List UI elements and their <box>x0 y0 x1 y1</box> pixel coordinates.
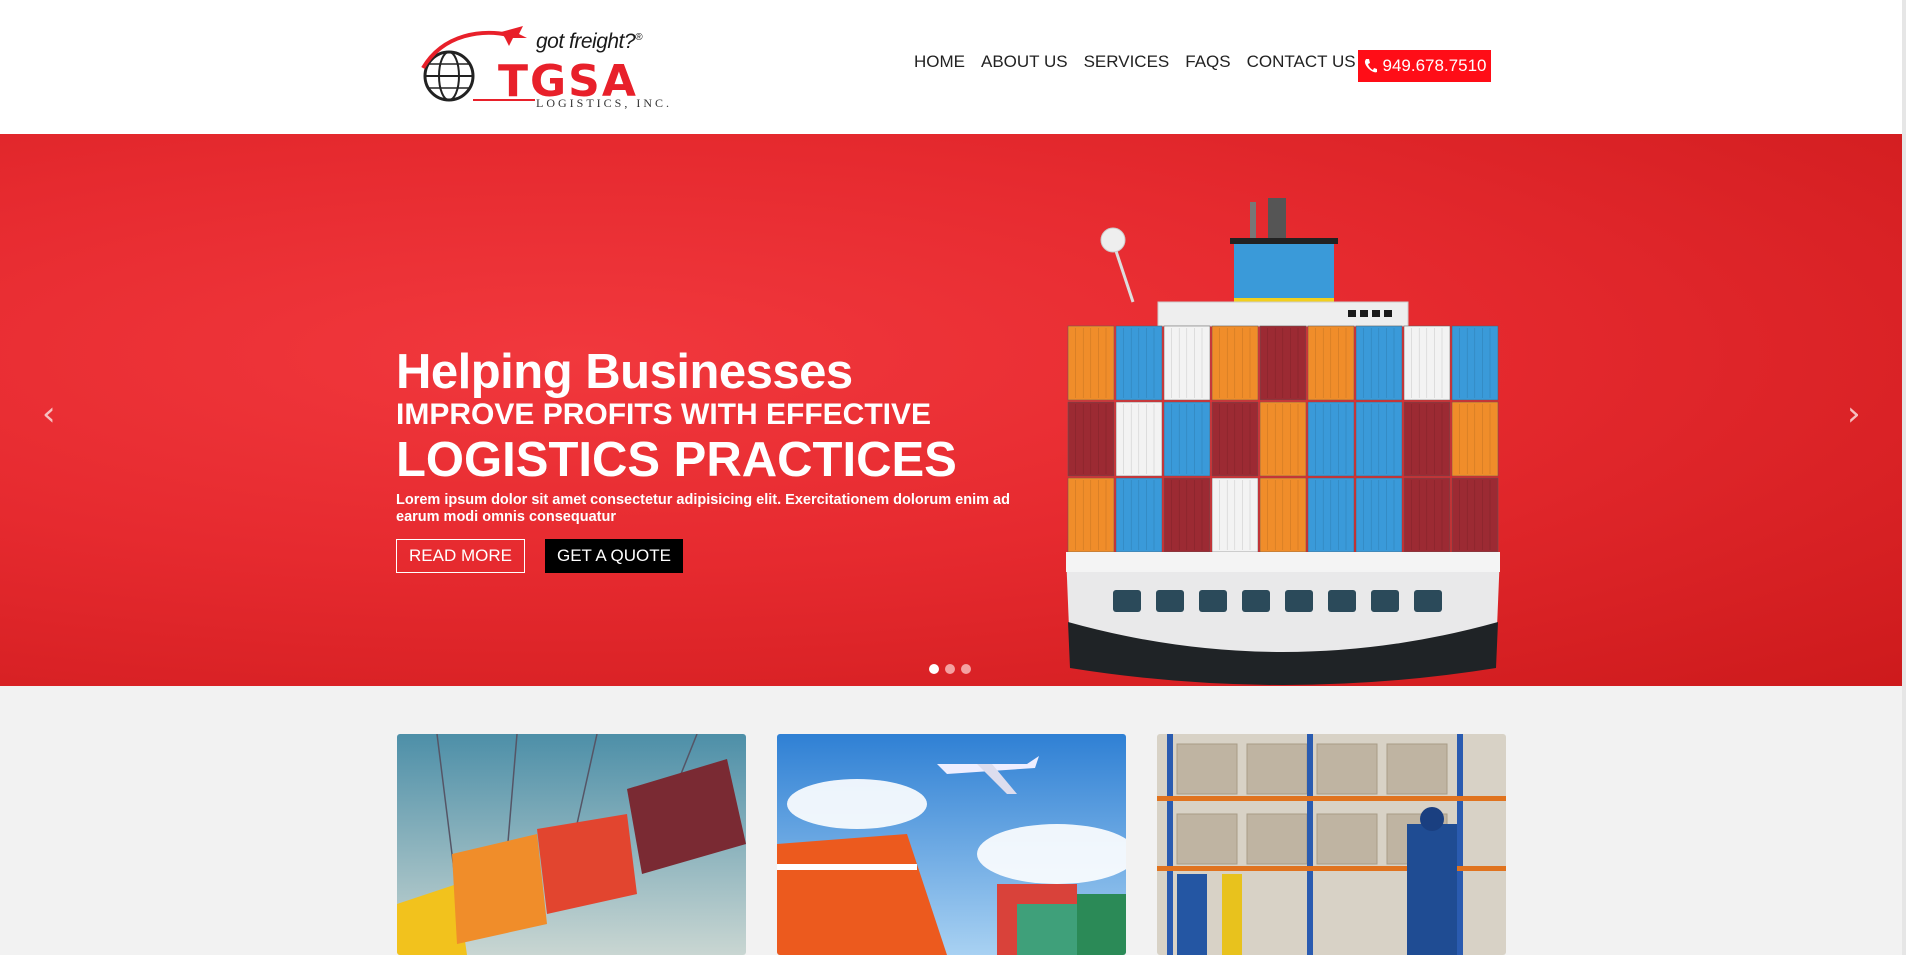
service-cards <box>397 734 1506 955</box>
card-ship-and-plane[interactable] <box>777 734 1126 955</box>
read-more-button[interactable]: READ MORE <box>396 539 525 573</box>
site-header: got freight?® TGSA LOGISTICS, INC. HOME … <box>0 0 1902 134</box>
hero-carousel: ‹ › Helping Businesses IMPROVE PROFITS W… <box>0 134 1902 686</box>
logo-tagline-mark: ® <box>635 32 642 43</box>
card-hanging-containers[interactable] <box>397 734 746 955</box>
logo-tagline: got freight?® <box>536 30 642 54</box>
carousel-dot-1[interactable] <box>929 664 939 674</box>
get-a-quote-button[interactable]: GET A QUOTE <box>544 539 683 573</box>
carousel-dot-2[interactable] <box>945 664 955 674</box>
phone-number: 949.678.7510 <box>1382 56 1487 75</box>
logo-tagline-text: got freight? <box>536 30 636 53</box>
hero-buttons: READ MORE GET A QUOTE <box>396 539 1026 573</box>
nav-faqs[interactable]: FAQS <box>1185 52 1230 72</box>
phone-button[interactable]: 949.678.7510 <box>1358 50 1491 82</box>
main-nav: HOME ABOUT US SERVICES FAQS CONTACT US <box>914 52 1400 72</box>
ship-and-plane-image-icon <box>777 734 1126 955</box>
carousel-prev-arrow-icon[interactable]: ‹ <box>42 394 56 434</box>
nav-contact-us[interactable]: CONTACT US <box>1247 52 1356 72</box>
hero-subheading: IMPROVE PROFITS WITH EFFECTIVE <box>396 398 932 431</box>
page-scrollbar[interactable] <box>1902 0 1906 955</box>
nav-services[interactable]: SERVICES <box>1084 52 1170 72</box>
nav-about-us[interactable]: ABOUT US <box>981 52 1068 72</box>
hanging-containers-image-icon <box>397 734 746 955</box>
warehouse-workers-image-icon <box>1157 734 1506 955</box>
hero-body-text: Lorem ipsum dolor sit amet consectetur a… <box>396 492 1010 525</box>
hero-copy: Helping Businesses IMPROVE PROFITS WITH … <box>396 344 1026 573</box>
nav-home[interactable]: HOME <box>914 52 965 72</box>
carousel-dot-3[interactable] <box>961 664 971 674</box>
logo-subtitle: LOGISTICS, INC. <box>536 96 673 110</box>
card-warehouse[interactable] <box>1157 734 1506 955</box>
cargo-ship-illustration-icon <box>1066 198 1500 685</box>
hero-heading: Helping Businesses <box>396 345 853 399</box>
hero-heading-large: LOGISTICS PRACTICES <box>396 433 957 487</box>
carousel-next-arrow-icon[interactable]: › <box>1847 394 1861 434</box>
carousel-dots <box>929 664 971 674</box>
phone-icon <box>1364 59 1377 73</box>
